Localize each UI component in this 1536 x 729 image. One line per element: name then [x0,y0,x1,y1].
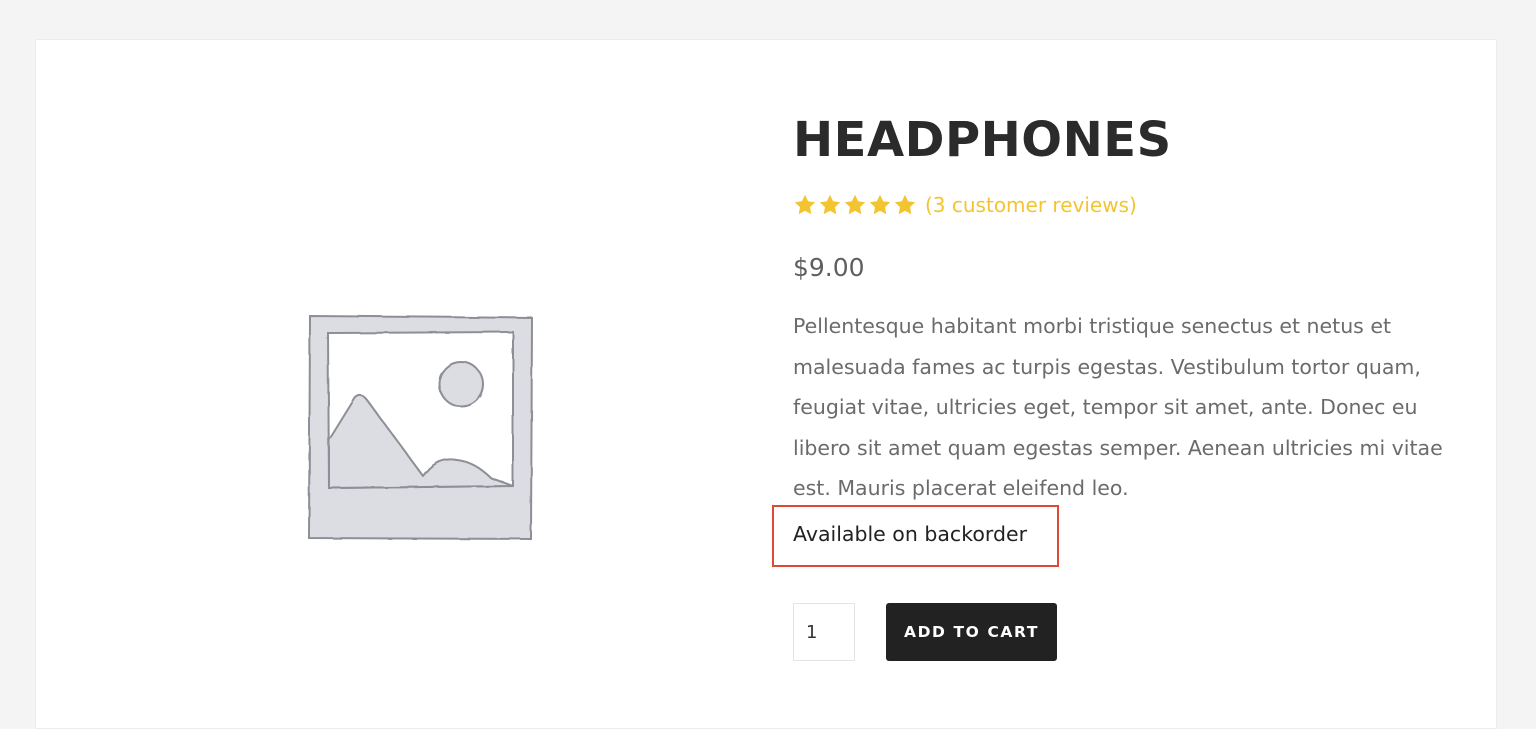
product-rating: (3 customer reviews) [793,193,1137,217]
star-icon [819,194,841,215]
product-description: Pellentesque habitant morbi tristique se… [793,314,1443,500]
customer-reviews-link[interactable]: (3 customer reviews) [925,193,1137,217]
star-icon [844,194,866,215]
placeholder-image-icon [307,314,534,541]
add-to-cart-button[interactable]: ADD TO CART [886,603,1057,661]
star-icon [869,194,891,215]
product-title: HEADPHONES [793,112,1172,168]
star-icon [894,194,916,215]
product-image[interactable] [305,310,537,545]
star-icon [794,194,816,215]
quantity-input[interactable] [793,603,855,661]
star-rating [793,193,917,217]
product-price: $9.00 [793,253,865,282]
stock-status: Available on backorder [793,522,1028,546]
